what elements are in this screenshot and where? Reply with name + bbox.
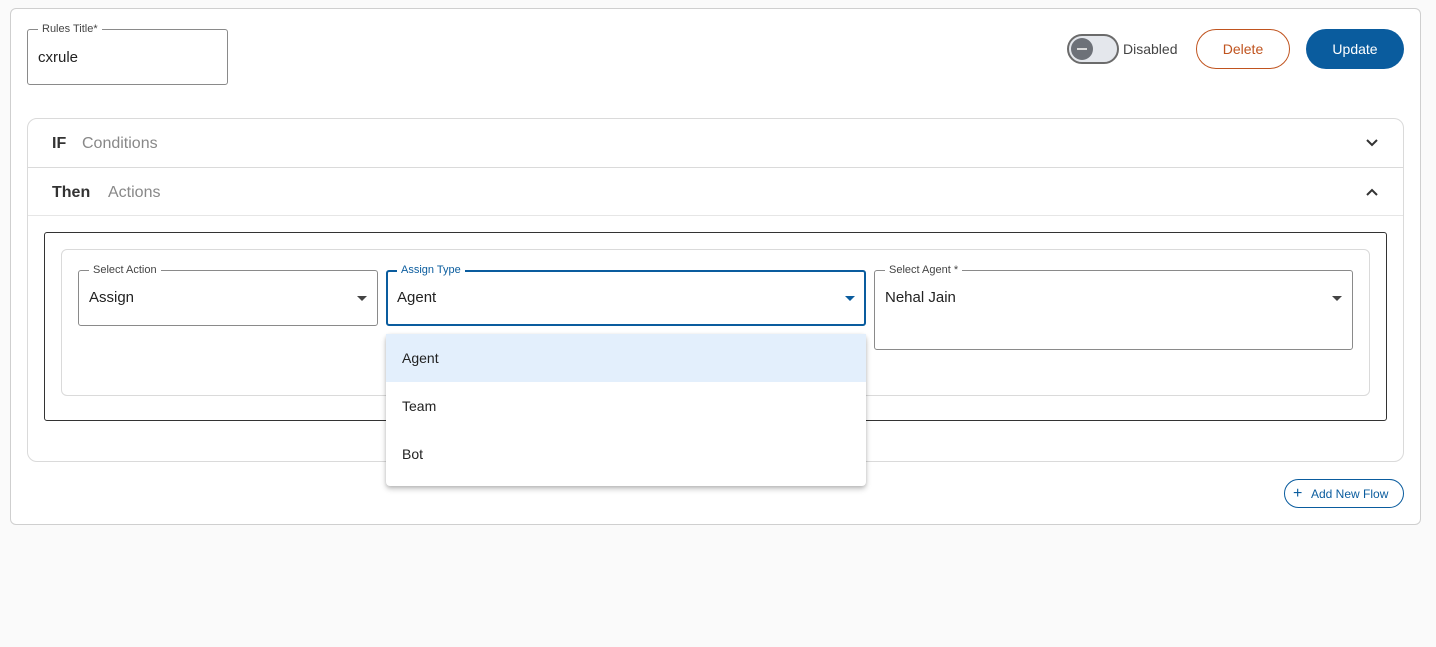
select-agent-dropdown[interactable]: Select Agent * Nehal Jain	[874, 263, 1353, 350]
select-action-dropdown[interactable]: Select Action Assign	[78, 263, 378, 326]
select-action-label: Select Action	[89, 263, 161, 277]
caret-down-icon	[357, 296, 367, 301]
rules-title-value[interactable]: cxrule	[38, 48, 78, 68]
rules-title-label: Rules Title*	[38, 22, 102, 36]
update-button[interactable]: Update	[1306, 29, 1404, 69]
status-label: Disabled	[1123, 41, 1178, 57]
toggle-knob-icon	[1071, 38, 1093, 60]
enabled-toggle[interactable]	[1067, 34, 1119, 64]
caret-down-icon	[1332, 296, 1342, 301]
select-agent-value: Nehal Jain	[885, 289, 956, 306]
actions-label: Actions	[108, 184, 161, 201]
rules-title-field[interactable]: Rules Title* cxrule	[27, 22, 228, 85]
assign-type-value: Agent	[397, 289, 437, 306]
assign-type-dropdown[interactable]: Assign Type Agent	[386, 263, 866, 326]
caret-up-icon	[845, 296, 855, 301]
add-new-flow-label: Add New Flow	[1311, 487, 1389, 501]
chevron-down-icon[interactable]	[1365, 136, 1379, 150]
if-keyword: IF	[52, 135, 67, 152]
menu-option-agent[interactable]: Agent	[386, 334, 866, 382]
assign-type-label: Assign Type	[397, 263, 465, 277]
select-action-value: Assign	[89, 289, 135, 306]
menu-option-bot[interactable]: Bot	[386, 430, 866, 478]
then-actions-header[interactable]: Then Actions	[28, 168, 1403, 216]
chevron-up-icon[interactable]	[1365, 185, 1379, 199]
select-agent-label: Select Agent *	[885, 263, 963, 277]
assign-type-menu: Agent Team Bot	[386, 334, 866, 486]
menu-option-team[interactable]: Team	[386, 382, 866, 430]
conditions-label: Conditions	[82, 135, 158, 152]
plus-icon: +	[1293, 485, 1303, 502]
add-new-flow-button[interactable]: + Add New Flow	[1284, 479, 1404, 508]
then-keyword: Then	[52, 184, 91, 201]
delete-button[interactable]: Delete	[1196, 29, 1290, 69]
if-conditions-header[interactable]: IF Conditions	[28, 119, 1403, 168]
